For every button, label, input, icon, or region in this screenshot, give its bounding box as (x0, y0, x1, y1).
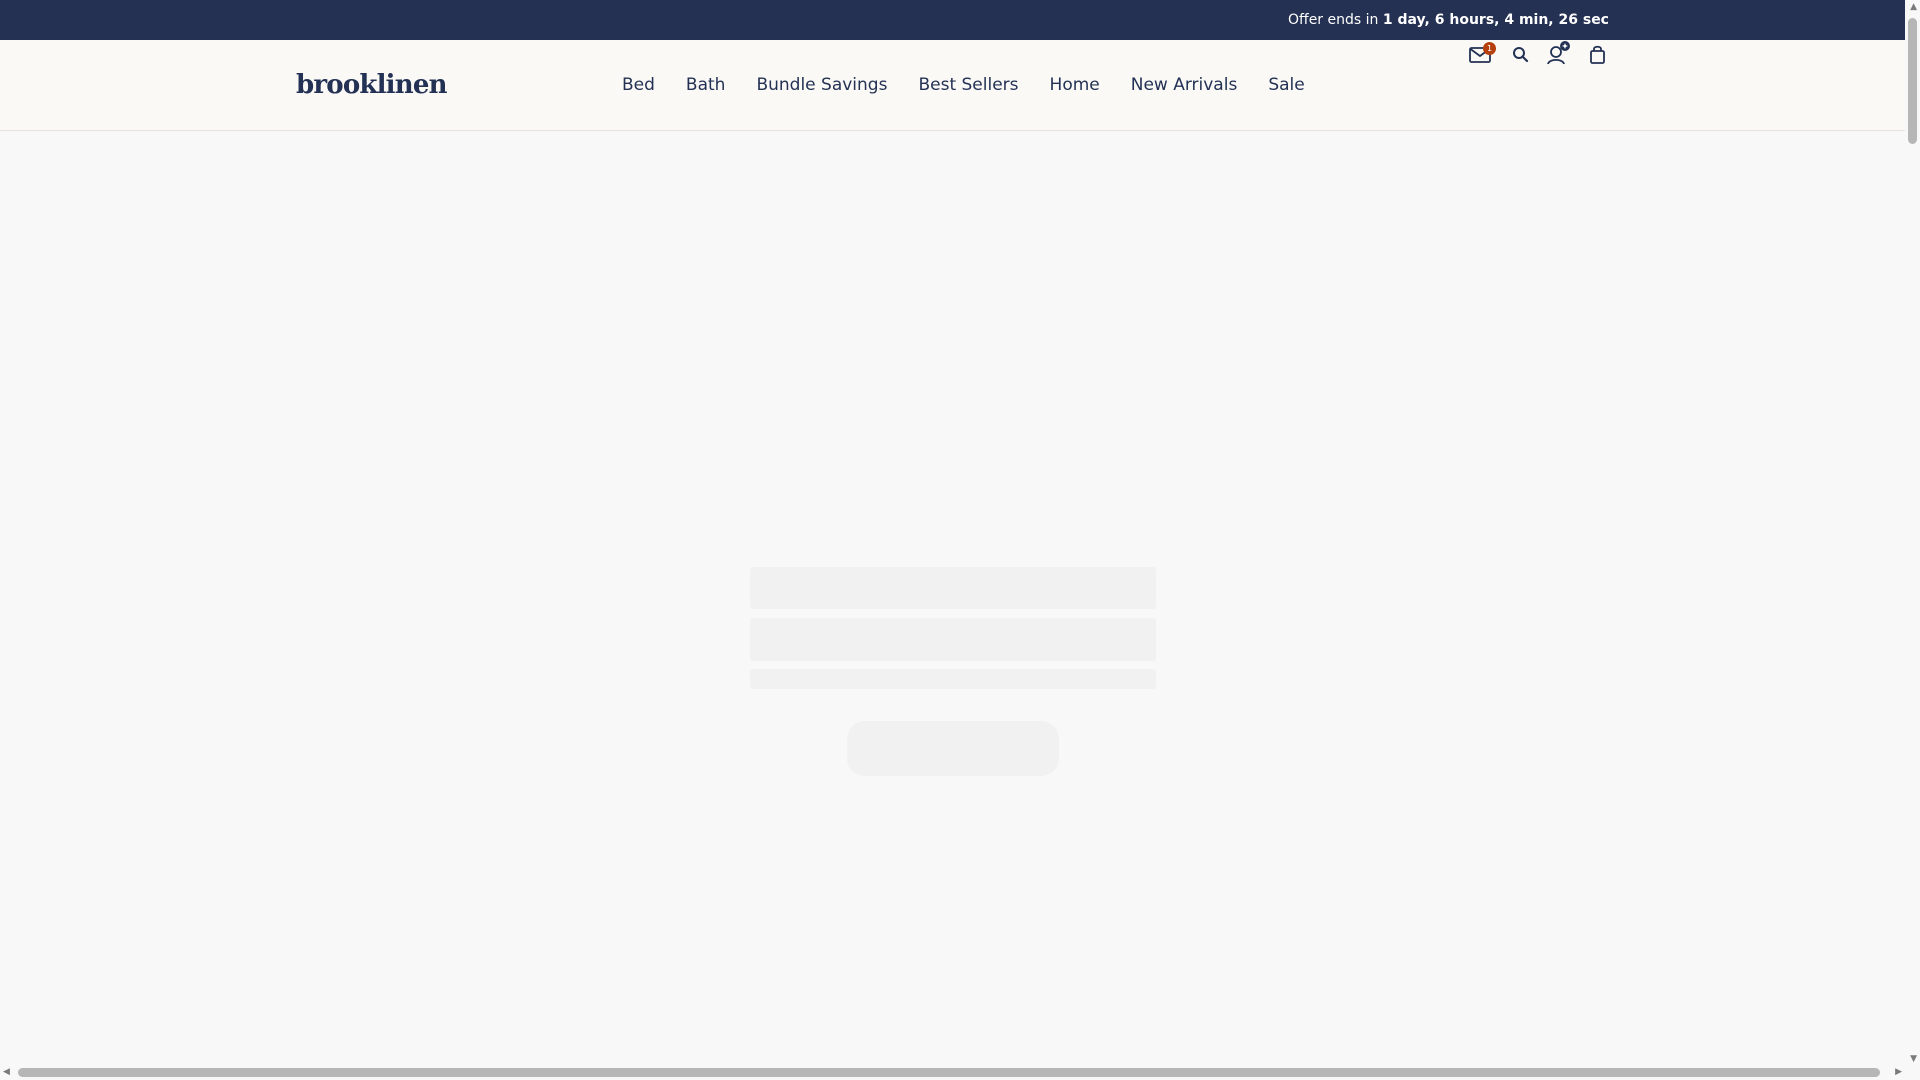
main-nav: Bed Bath Bundle Savings Best Sellers Hom… (622, 40, 1336, 130)
nav-item-bundle-savings[interactable]: Bundle Savings (756, 75, 887, 95)
skeleton-button (847, 721, 1059, 776)
search-button[interactable] (1506, 40, 1536, 70)
vertical-scrollbar[interactable]: ▲ ▼ (1905, 0, 1920, 1080)
skeleton-line-3 (750, 669, 1156, 689)
skeleton-line-1 (750, 567, 1156, 609)
nav-item-bed[interactable]: Bed (622, 75, 655, 95)
offer-prefix: Offer ends in (1288, 12, 1379, 28)
nav-item-home[interactable]: Home (1050, 75, 1100, 95)
account-button[interactable] (1543, 40, 1573, 70)
offer-countdown-value: 1 day, 6 hours, 4 min, 26 sec (1382, 12, 1609, 28)
cart-button[interactable] (1582, 40, 1612, 70)
nav-item-sale[interactable]: Sale (1268, 75, 1304, 95)
account-icon (1547, 41, 1570, 65)
promo-bar: Offer ends in 1 day, 6 hours, 4 min, 26 … (0, 0, 1905, 40)
offer-countdown: Offer ends in 1 day, 6 hours, 4 min, 26 … (1288, 0, 1609, 40)
search-icon (1513, 47, 1529, 63)
nav-item-bath[interactable]: Bath (686, 75, 726, 95)
site-header: brooklinen Bed Bath Bundle Savings Best … (0, 40, 1905, 131)
nav-item-best-sellers[interactable]: Best Sellers (918, 75, 1018, 95)
brand-logo[interactable]: brooklinen (296, 70, 447, 100)
scroll-right-arrow-icon[interactable]: ▶ (1895, 1067, 1902, 1077)
horizontal-scrollbar[interactable]: ◀ ▶ (0, 1065, 1905, 1080)
mail-button[interactable]: 1 (1466, 40, 1496, 70)
scroll-up-arrow-icon[interactable]: ▲ (1910, 2, 1917, 12)
skeleton-line-2 (750, 618, 1156, 661)
horizontal-scrollbar-thumb[interactable] (18, 1068, 1880, 1077)
bag-icon (1590, 45, 1605, 64)
scroll-down-arrow-icon[interactable]: ▼ (1910, 1054, 1917, 1064)
scroll-left-arrow-icon[interactable]: ◀ (3, 1067, 10, 1077)
nav-item-new-arrivals[interactable]: New Arrivals (1131, 75, 1238, 95)
vertical-scrollbar-thumb[interactable] (1908, 18, 1917, 144)
mail-badge: 1 (1483, 42, 1496, 55)
